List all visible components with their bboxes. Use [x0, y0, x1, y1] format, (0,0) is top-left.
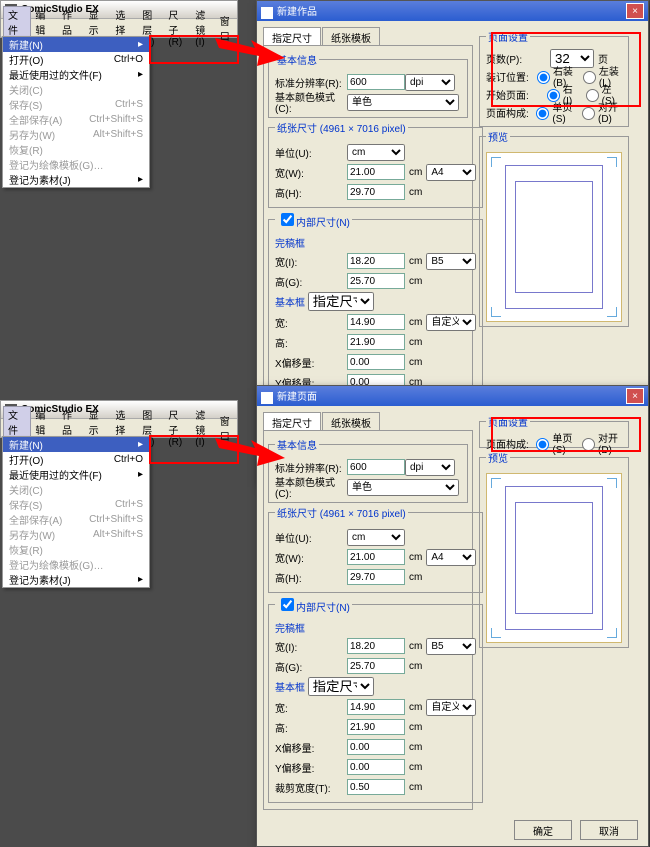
bind-left[interactable] [583, 71, 596, 84]
fh-input[interactable] [347, 273, 405, 289]
tab-size[interactable]: 指定尺寸 [263, 412, 321, 430]
menu-revert: 恢复(R) [3, 142, 149, 157]
preview-legend: 预览 [486, 129, 510, 144]
dialog-icon [261, 7, 273, 19]
dialog2-title-bar[interactable]: 新建页面 × [257, 386, 648, 406]
paper-select[interactable]: A4 [426, 164, 476, 181]
file-dropdown-2[interactable]: 新建(N)▸ 打开(O)Ctrl+O 最近使用过的文件(F)▸ 关闭(C) 保存… [2, 436, 150, 588]
close-button[interactable]: × [626, 3, 644, 19]
compose-spread-2[interactable] [582, 438, 595, 451]
tab-size[interactable]: 指定尺寸 [263, 27, 321, 45]
ok-button[interactable]: 确定 [514, 820, 572, 840]
cancel-button[interactable]: 取消 [580, 820, 638, 840]
finish-label: 完稿框 [275, 235, 476, 250]
compose-spread[interactable] [582, 107, 595, 120]
fw-input[interactable] [347, 253, 405, 269]
finish-select[interactable]: B5 [426, 253, 476, 270]
menu-close: 关闭(C) [3, 82, 149, 97]
height-label: 高(H): [275, 185, 347, 200]
file-dropdown[interactable]: 新建(N)▸ 打开(O)Ctrl+O 最近使用过的文件(F)▸ 关闭(C) 保存… [2, 36, 150, 188]
tab-template[interactable]: 纸张模板 [322, 27, 380, 45]
res-unit[interactable]: dpi [405, 74, 455, 91]
bh-input[interactable] [347, 334, 405, 350]
menu-open[interactable]: 打开(O)Ctrl+O [3, 52, 149, 67]
dialog-title: 新建作品 [277, 7, 317, 18]
menu-ruler[interactable]: 尺子(R) [164, 7, 191, 48]
inner-check[interactable] [281, 213, 294, 226]
res-label: 标准分辨率(R): [275, 75, 347, 90]
width-input[interactable] [347, 164, 405, 180]
menu-recent[interactable]: 最近使用过的文件(F)▸ [3, 67, 149, 82]
start-left[interactable] [586, 89, 599, 102]
menu-save: 保存(S)Ctrl+S [3, 97, 149, 112]
menu-allsave: 全部保存(A)Ctrl+Shift+S [3, 112, 149, 127]
menu-new[interactable]: 新建(N)▸ [3, 37, 149, 52]
height-input[interactable] [347, 184, 405, 200]
unit-select[interactable]: cm [347, 144, 405, 161]
bind-right[interactable] [537, 71, 550, 84]
bf-spec[interactable]: 指定尺寸 [308, 292, 374, 311]
new-page-dialog[interactable]: 新建页面 × 指定尺寸 纸张模板 基本信息 标准分辨率(R):dpi 基本颜色模… [256, 385, 649, 847]
bf-select[interactable]: 自定义 [426, 314, 476, 331]
unit-label: 单位(U): [275, 145, 347, 160]
paper-legend: 纸张尺寸 (4961 × 7016 pixel) [275, 120, 408, 135]
dialog-title-bar[interactable]: 新建作品 × [257, 1, 648, 21]
basicframe-label: 基本框 指定尺寸 [275, 292, 476, 311]
close-button[interactable]: × [626, 388, 644, 404]
pageset-legend: 页面设置 [486, 29, 530, 44]
menu-bar-2[interactable]: 文件(F) 编辑(E) 作品(S) 显示(V) 选择(N) 图层(L) 尺子(R… [1, 419, 237, 437]
menu-tpl: 登记为绘像模板(G)… [3, 157, 149, 172]
compose-single-2[interactable] [536, 438, 549, 451]
menu-filter[interactable]: 滤镜(I) [191, 7, 215, 48]
tab-template[interactable]: 纸张模板 [322, 412, 380, 430]
basic-legend: 基本信息 [275, 52, 319, 67]
bw-input[interactable] [347, 314, 405, 330]
compose-single[interactable] [536, 107, 549, 120]
menu-bar[interactable]: 文件(F) 编辑(E) 作品(S) 显示(V) 选择(N) 图层(L) 尺子(R… [1, 19, 237, 37]
width-label: 宽(W): [275, 165, 347, 180]
res-input[interactable] [347, 74, 405, 90]
inner-legend: 内部尺寸(N) [275, 210, 352, 229]
preview-area [486, 152, 622, 322]
dialog2-title: 新建页面 [277, 392, 317, 403]
menu-window[interactable]: 窗口 [216, 13, 235, 43]
colormode-select[interactable]: 单色 [347, 94, 459, 111]
xoff-input[interactable] [347, 354, 405, 370]
colormode-label: 基本颜色模式(C): [275, 89, 347, 115]
menu-saveas: 另存为(W)Alt+Shift+S [3, 127, 149, 142]
menu-material[interactable]: 登记为素材(J)▸ [3, 172, 149, 187]
preview-area-2 [486, 473, 622, 643]
